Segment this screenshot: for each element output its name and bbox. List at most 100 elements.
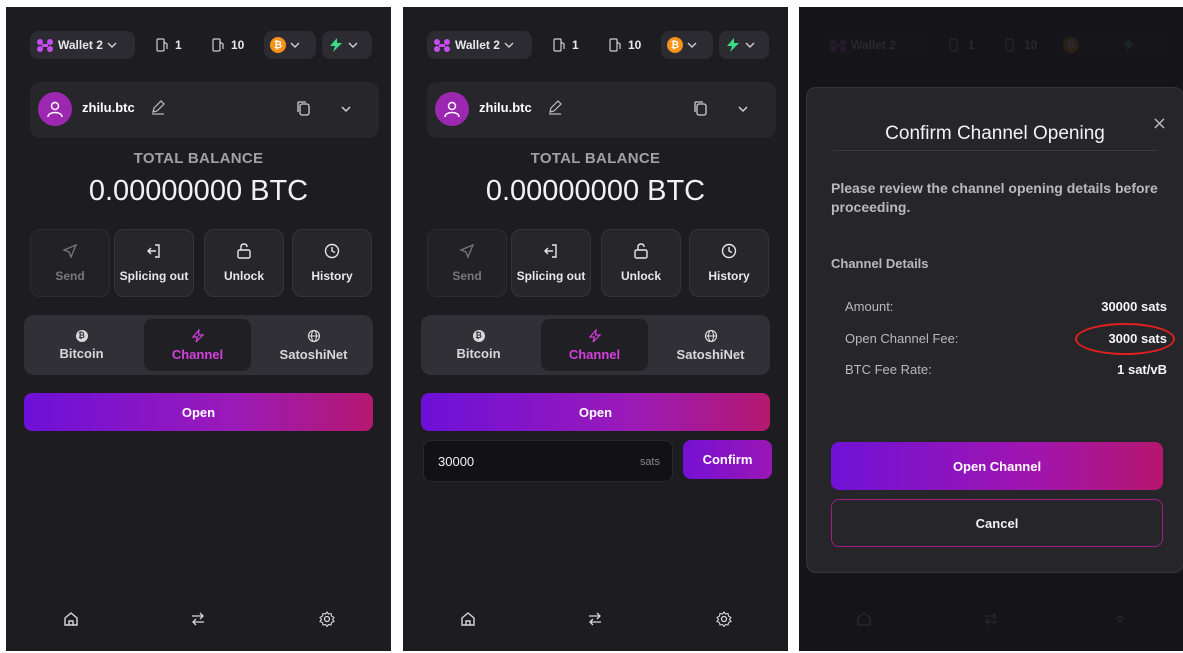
clock-icon — [721, 243, 737, 259]
send-button[interactable]: Send — [427, 229, 507, 297]
clock-icon — [324, 243, 340, 259]
dialog-description: Please review the channel opening detail… — [831, 180, 1158, 215]
chevron-down-icon — [107, 42, 117, 48]
lightning-icon — [330, 38, 342, 52]
copy-icon[interactable] — [694, 101, 708, 117]
tab-channel-label: Channel — [171, 346, 224, 362]
fuel-pump-icon — [553, 38, 565, 52]
bitcoin-icon: ₿ — [667, 37, 683, 53]
wallet-logo-icon — [37, 39, 53, 52]
swap-icon[interactable] — [190, 611, 206, 627]
splicing-out-button[interactable]: Splicing out — [114, 229, 194, 297]
avatar[interactable] — [435, 92, 469, 126]
tab-satoshinet[interactable]: SatoshiNet — [657, 319, 764, 371]
splice-out-icon — [544, 244, 557, 258]
tab-channel[interactable]: Channel — [541, 319, 648, 371]
top-bar: Wallet 2 1 10 ₿ — [403, 23, 788, 67]
unlock-icon — [237, 243, 251, 259]
lightning-network-selector[interactable] — [719, 31, 769, 59]
avatar[interactable] — [38, 92, 72, 126]
fuel-a-value: 1 — [175, 38, 182, 52]
unlock-button[interactable]: Unlock — [601, 229, 681, 297]
open-channel-button[interactable]: Open — [24, 393, 373, 431]
splice-out-icon — [147, 244, 160, 258]
amount-unit: sats — [639, 456, 660, 468]
open-channel-confirm-button[interactable]: Open Channel — [831, 442, 1163, 490]
fuel-count-b[interactable]: 10 — [602, 31, 655, 59]
send-icon — [62, 243, 78, 259]
splicing-out-label: Splicing out — [119, 269, 189, 283]
chevron-down-icon[interactable] — [340, 104, 352, 114]
globe-icon — [307, 329, 320, 342]
total-balance-value: 0.00000000 BTC — [88, 175, 309, 207]
lightning-icon — [588, 328, 601, 342]
copy-icon[interactable] — [297, 101, 311, 117]
dialog-title: Confirm Channel Opening — [885, 123, 1105, 144]
home-icon[interactable] — [63, 611, 79, 627]
btc-network-selector[interactable]: ₿ — [661, 31, 713, 59]
asset-tabs: ₿ Bitcoin Channel SatoshiNet — [421, 315, 770, 375]
home-icon[interactable] — [460, 611, 476, 627]
fuel-b-value: 10 — [628, 38, 642, 52]
detail-row-open-fee: Open Channel Fee: 3000 sats — [845, 323, 1175, 355]
splicing-out-button[interactable]: Splicing out — [511, 229, 591, 297]
bottom-nav — [6, 603, 391, 639]
bitcoin-icon: ₿ — [270, 37, 286, 53]
tab-bitcoin-label: Bitcoin — [456, 345, 501, 361]
bitcoin-icon: ₿ — [472, 329, 485, 342]
tab-bitcoin[interactable]: ₿ Bitcoin — [28, 319, 135, 371]
account-name: zhilu.btc — [82, 100, 135, 115]
top-bar: Wallet 2 1 10 ₿ — [6, 23, 391, 67]
settings-icon[interactable] — [319, 611, 335, 627]
settings-icon[interactable] — [716, 611, 732, 627]
chevron-down-icon — [504, 42, 514, 48]
unlock-label: Unlock — [620, 269, 661, 283]
tab-satoshinet[interactable]: SatoshiNet — [260, 319, 367, 371]
amount-input[interactable]: 30000 sats — [423, 440, 673, 482]
history-button[interactable]: History — [292, 229, 372, 297]
edit-icon[interactable] — [547, 99, 563, 115]
close-icon[interactable]: × — [1152, 113, 1167, 134]
highlight-ring — [1075, 323, 1175, 355]
btc-network-selector[interactable]: ₿ — [264, 31, 316, 59]
fuel-count-a[interactable]: 1 — [546, 31, 594, 59]
chevron-down-icon[interactable] — [737, 104, 749, 114]
wallet-screen-confirm-dialog: Wallet 2 1 10 ₿ Confirm Channel Open — [799, 7, 1183, 651]
fuel-b-value: 10 — [231, 38, 245, 52]
tab-bitcoin[interactable]: ₿ Bitcoin — [425, 319, 532, 371]
open-channel-button[interactable]: Open — [421, 393, 770, 431]
send-button[interactable]: Send — [30, 229, 110, 297]
fuel-count-b[interactable]: 10 — [205, 31, 258, 59]
swap-icon[interactable] — [587, 611, 603, 627]
chevron-down-icon — [687, 42, 697, 48]
tab-channel[interactable]: Channel — [144, 319, 251, 371]
tab-bitcoin-label: Bitcoin — [59, 345, 104, 361]
channel-details-heading: Channel Details — [831, 256, 929, 271]
unlock-button[interactable]: Unlock — [204, 229, 284, 297]
user-icon — [444, 101, 460, 118]
total-balance-label: TOTAL BALANCE — [530, 150, 661, 167]
history-label: History — [311, 269, 353, 283]
lightning-network-selector[interactable] — [322, 31, 372, 59]
bitcoin-icon: ₿ — [75, 329, 88, 342]
fuel-pump-icon — [212, 38, 224, 52]
amount-value: 30000 — [438, 454, 475, 469]
fuel-a-value: 1 — [572, 38, 579, 52]
cancel-button[interactable]: Cancel — [831, 499, 1163, 547]
history-button[interactable]: History — [689, 229, 769, 297]
detail-label: Open Channel Fee: — [845, 331, 959, 346]
chevron-down-icon — [745, 42, 755, 48]
edit-icon[interactable] — [150, 99, 166, 115]
wallet-logo-icon — [434, 39, 450, 52]
account-name: zhilu.btc — [479, 100, 532, 115]
splicing-out-label: Splicing out — [516, 269, 586, 283]
fuel-count-a[interactable]: 1 — [149, 31, 197, 59]
wallet-selector[interactable]: Wallet 2 — [30, 31, 135, 59]
wallet-selector[interactable]: Wallet 2 — [427, 31, 532, 59]
tab-satoshinet-label: SatoshiNet — [279, 346, 348, 362]
confirm-button[interactable]: Confirm — [683, 440, 772, 479]
send-label: Send — [452, 269, 482, 283]
unlock-icon — [634, 243, 648, 259]
total-balance-label: TOTAL BALANCE — [133, 150, 264, 167]
fuel-pump-icon — [156, 38, 168, 52]
